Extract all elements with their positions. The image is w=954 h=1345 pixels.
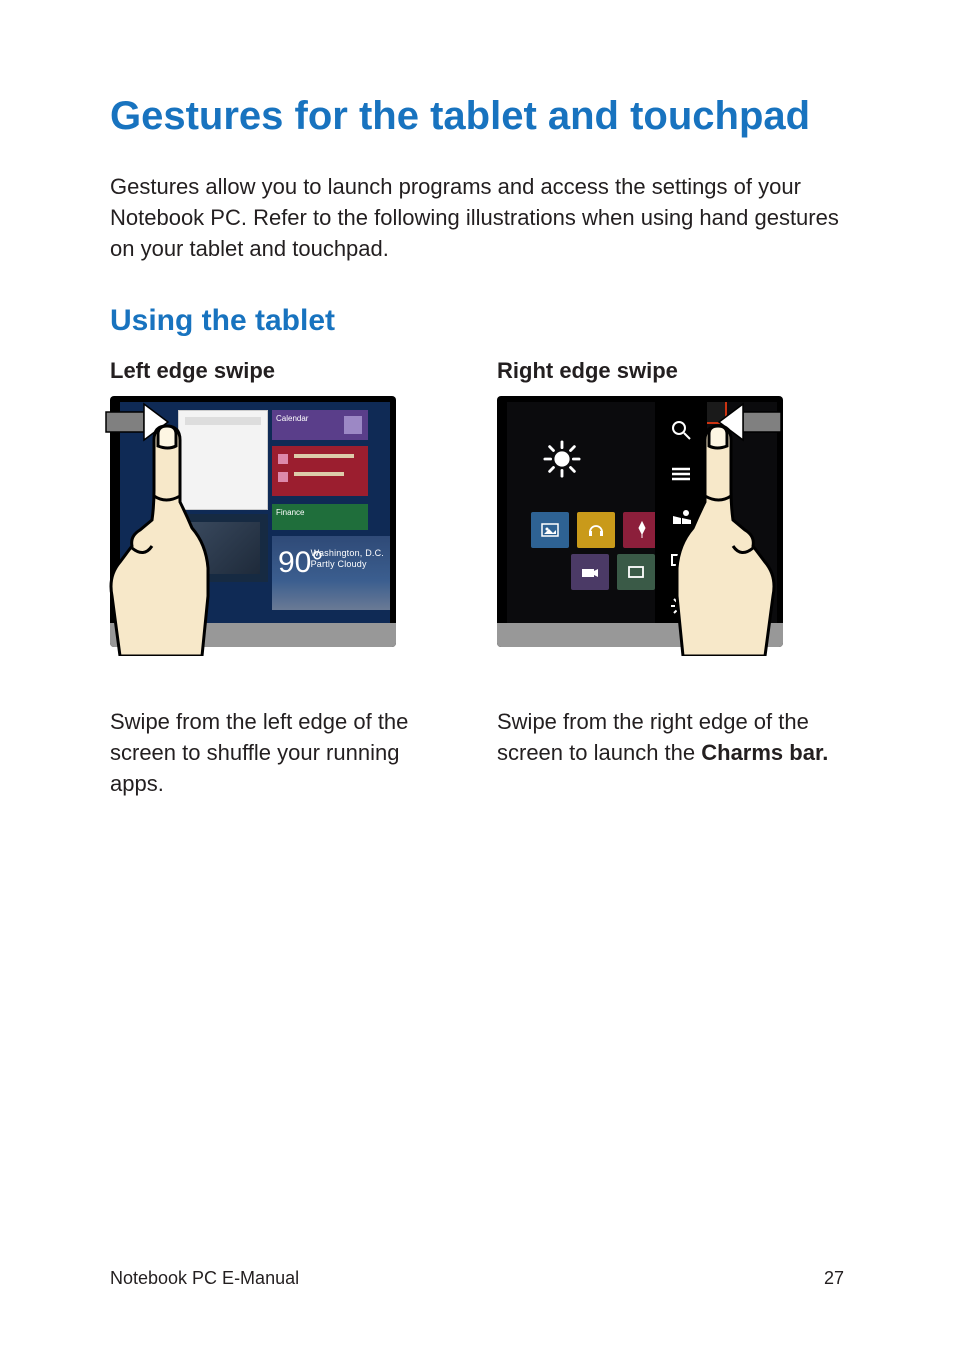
bullet-icon: [278, 472, 288, 482]
left-edge-swipe-illustration: Calendar Finance: [110, 396, 396, 647]
page-title: Gestures for the tablet and touchpad: [110, 90, 844, 142]
left-gesture-description: Swipe from the left edge of the screen t…: [110, 707, 457, 799]
left-gesture-title: Left edge swipe: [110, 358, 457, 384]
headphones-tile-icon: [577, 512, 615, 548]
desc-bold: Charms bar.: [701, 740, 828, 765]
footer-doc-title: Notebook PC E-Manual: [110, 1268, 299, 1289]
tile-label: Finance: [276, 508, 304, 517]
tile-label: Calendar: [276, 414, 308, 423]
weather-location: Washington, D.C.: [311, 548, 384, 559]
finance-tile: Finance: [272, 504, 368, 530]
page-footer: Notebook PC E-Manual 27: [110, 1268, 844, 1289]
news-line: [294, 472, 344, 476]
right-edge-swipe-illustration: [497, 396, 783, 647]
photos-tile-icon: [531, 512, 569, 548]
news-tile: [272, 446, 368, 496]
bullet-icon: [278, 454, 288, 464]
right-column: Right edge swipe: [497, 358, 844, 799]
weather-tile: 90° Washington, D.C. Partly Cloudy: [272, 536, 390, 610]
intro-paragraph: Gestures allow you to launch programs an…: [110, 172, 844, 264]
gesture-columns: Left edge swipe Calendar: [110, 358, 844, 799]
footer-page-number: 27: [824, 1268, 844, 1289]
weather-details: Washington, D.C. Partly Cloudy: [311, 548, 384, 570]
calendar-tile: Calendar: [272, 410, 368, 440]
hand-swipe-right-icon: [96, 396, 256, 656]
news-line: [294, 454, 354, 458]
right-gesture-title: Right edge swipe: [497, 358, 844, 384]
brightness-icon: [543, 440, 581, 478]
right-gesture-description: Swipe from the right edge of the screen …: [497, 707, 844, 769]
section-title: Using the tablet: [110, 304, 844, 338]
camera-tile-icon: [571, 554, 609, 590]
weather-condition: Partly Cloudy: [311, 559, 384, 570]
hand-swipe-left-icon: [629, 396, 789, 656]
left-column: Left edge swipe Calendar: [110, 358, 457, 799]
calendar-icon: [344, 416, 362, 434]
